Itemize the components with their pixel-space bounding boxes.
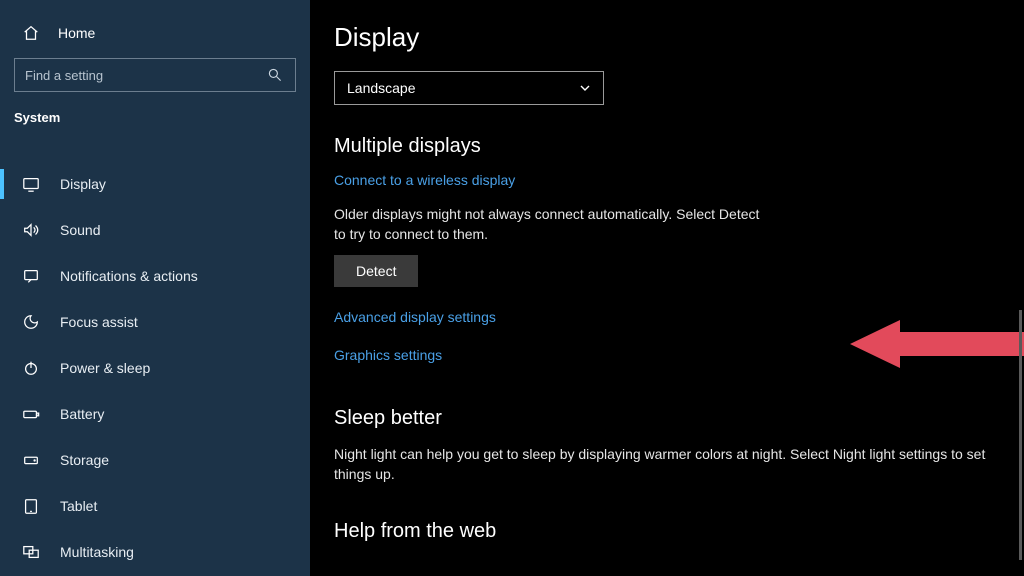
sidebar-item-label: Tablet — [60, 498, 97, 514]
home-label: Home — [58, 25, 95, 41]
page-title: Display — [334, 22, 1024, 53]
sidebar-item-label: Display — [60, 176, 106, 192]
sidebar-item-label: Multitasking — [60, 544, 134, 560]
sleep-better-heading: Sleep better — [334, 407, 1024, 430]
sidebar-item-storage[interactable]: Storage — [0, 437, 310, 483]
detect-button[interactable]: Detect — [334, 255, 418, 287]
storage-icon — [22, 451, 40, 469]
orientation-select-value: Landscape — [347, 80, 416, 96]
multitasking-icon — [22, 543, 40, 561]
scrollbar[interactable] — [1019, 310, 1022, 560]
tablet-icon — [22, 497, 40, 515]
sidebar-item-battery[interactable]: Battery — [0, 391, 310, 437]
sound-icon — [22, 221, 40, 239]
search-input-container[interactable] — [14, 58, 296, 92]
sidebar-nav: Display Sound Notifications & actions Fo… — [0, 161, 310, 575]
sidebar-item-label: Focus assist — [60, 314, 138, 330]
sidebar-item-label: Storage — [60, 452, 109, 468]
sidebar-item-tablet[interactable]: Tablet — [0, 483, 310, 529]
sleep-better-description: Night light can help you get to sleep by… — [334, 444, 994, 485]
chevron-down-icon — [579, 82, 591, 94]
sidebar-item-label: Sound — [60, 222, 100, 238]
search-input[interactable] — [25, 68, 285, 83]
orientation-select[interactable]: Landscape — [334, 71, 604, 105]
search-icon — [267, 67, 283, 83]
advanced-display-settings-link[interactable]: Advanced display settings — [334, 309, 496, 325]
search-wrap — [0, 58, 310, 110]
multiple-displays-heading: Multiple displays — [334, 135, 1024, 158]
sidebar-section-label: System — [0, 110, 310, 135]
power-icon — [22, 359, 40, 377]
sidebar-item-label: Power & sleep — [60, 360, 150, 376]
help-from-web-heading: Help from the web — [334, 520, 1024, 543]
sidebar-item-focus-assist[interactable]: Focus assist — [0, 299, 310, 345]
detect-description: Older displays might not always connect … — [334, 204, 764, 245]
display-icon — [22, 175, 40, 193]
battery-icon — [22, 405, 40, 423]
main-content: Display Landscape Multiple displays Conn… — [310, 0, 1024, 576]
sidebar-item-notifications[interactable]: Notifications & actions — [0, 253, 310, 299]
focus-assist-icon — [22, 313, 40, 331]
sidebar-item-multitasking[interactable]: Multitasking — [0, 529, 310, 575]
notifications-icon — [22, 267, 40, 285]
sidebar-item-display[interactable]: Display — [0, 161, 310, 207]
home-icon — [22, 24, 40, 42]
sidebar-item-label: Battery — [60, 406, 104, 422]
graphics-settings-link[interactable]: Graphics settings — [334, 347, 442, 363]
sidebar-item-sound[interactable]: Sound — [0, 207, 310, 253]
sidebar-item-label: Notifications & actions — [60, 268, 198, 284]
connect-wireless-display-link[interactable]: Connect to a wireless display — [334, 172, 515, 188]
spacer — [0, 135, 310, 161]
sidebar: Home System Display — [0, 0, 310, 576]
sidebar-item-power-sleep[interactable]: Power & sleep — [0, 345, 310, 391]
settings-window: Home System Display — [0, 0, 1024, 576]
home-button[interactable]: Home — [0, 18, 310, 58]
